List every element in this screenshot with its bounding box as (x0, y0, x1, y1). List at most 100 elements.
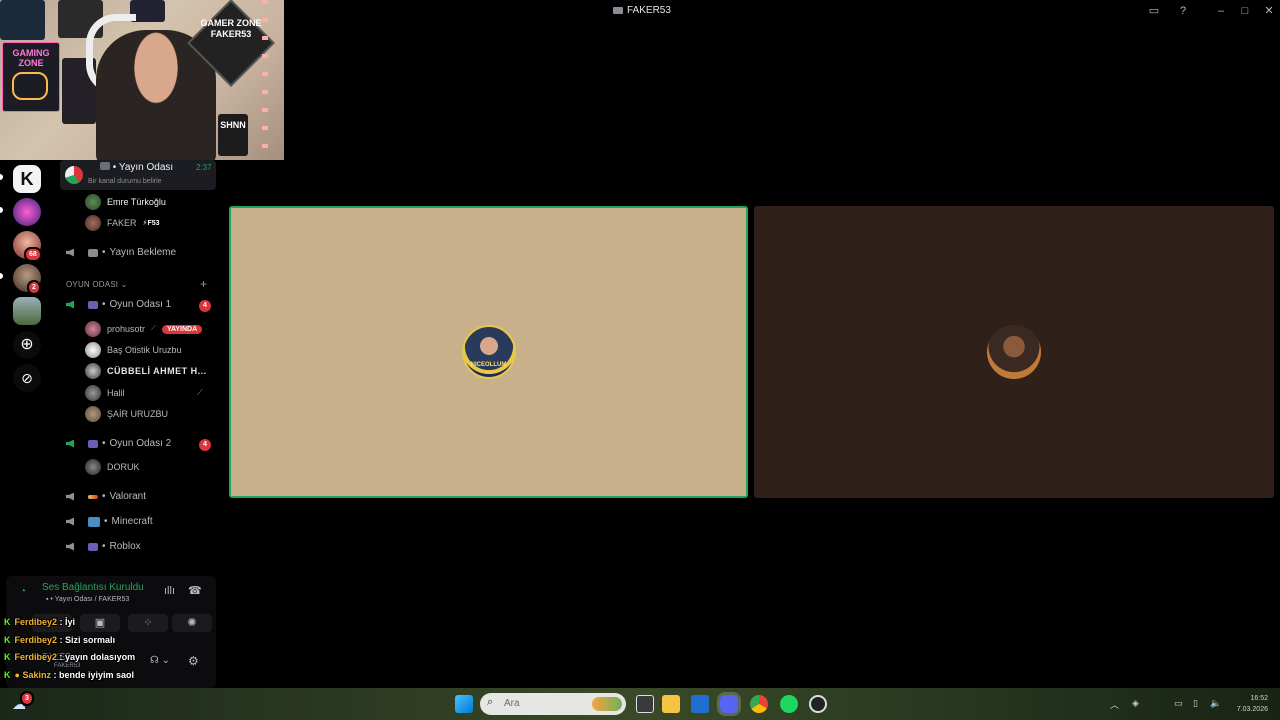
user-avatar (85, 406, 101, 422)
taskbar-search[interactable]: ⌕ Ara (480, 693, 626, 715)
voice-user[interactable]: prohusotr ⟋ YAYINDA (85, 321, 203, 337)
channel-yayin-bekleme[interactable]: • Yayın Bekleme (66, 247, 176, 258)
inbox-icon[interactable]: ▭ (1146, 3, 1162, 19)
maximize-button[interactable]: □ (1237, 3, 1253, 19)
minimize-button[interactable]: – (1213, 3, 1229, 19)
voice-location[interactable]: ▪ • Yayın Odası / FAKER53 (46, 596, 129, 603)
channel-status-hint[interactable]: Bir kanal durumu belirle (88, 178, 162, 185)
kick-icon: K (4, 634, 11, 645)
voice-user[interactable]: DORUK (85, 459, 140, 475)
speaker-icon (66, 542, 74, 551)
tray-app-icon[interactable]: ◈ (1132, 698, 1139, 709)
spotify-icon[interactable] (780, 695, 798, 713)
user-avatar (85, 459, 101, 475)
webcam-overlay: GAMING ZONE GAMER ZONE FAKER53 SHNN (0, 0, 284, 160)
voice-user[interactable]: FAKER ⚡F53 (85, 215, 160, 231)
taskbar: ☁ 3 ⌕ Ara ︿ ◈ ▭ ▯ 🔈 16:52 7.03.2026 (0, 688, 1280, 720)
gaming-zone-text: GAMING ZONE (12, 48, 50, 68)
picture-icon (88, 516, 100, 527)
video-tile-speaking[interactable]: NICEOLLUM (229, 206, 748, 498)
unread-pill (0, 207, 3, 213)
server-icon[interactable] (13, 198, 41, 226)
chat-message: K Ferdibey2 : İyi (4, 617, 76, 627)
tray-chevron-icon[interactable]: ︿ (1110, 698, 1119, 711)
user-tag: ⚡F53 (142, 220, 160, 227)
server-icon[interactable] (13, 297, 41, 325)
video-tile[interactable] (754, 206, 1274, 498)
voice-user[interactable]: CÜBBELİ AHMET H... (85, 363, 207, 379)
search-highlight-icon (592, 697, 622, 711)
voice-status[interactable]: Ses Bağlantısı Kuruldu (42, 582, 144, 593)
voice-user[interactable]: Emre Türkoğlu (85, 194, 166, 210)
channel-roblox[interactable]: • Roblox (66, 541, 141, 552)
stream-chat-overlay: K Ferdibey2 : İyi K Ferdibey2 : Sizi sorma… (0, 617, 230, 687)
user-avatar (85, 342, 101, 358)
add-channel-icon[interactable]: + (200, 277, 207, 291)
channel-oyun-odasi-2[interactable]: • Oyun Odası 2 (66, 438, 171, 449)
avatar-text: NICEOLLUM (470, 362, 507, 368)
voice-user[interactable]: ŞAİR URUZBU (85, 406, 168, 422)
channel-list: • Yayın Odası 2:37 Bir kanal durumu beli… (54, 160, 222, 585)
participant-avatar (987, 325, 1041, 379)
fairy-lights (262, 0, 268, 160)
add-server-icon[interactable]: ⊕ (13, 331, 41, 359)
server-avatar (65, 166, 83, 184)
gamepad-icon (12, 72, 48, 100)
unread-pill (0, 273, 3, 279)
speaker-icon (66, 300, 74, 309)
chrome-icon[interactable] (750, 695, 768, 713)
poster-text: SHNN (220, 120, 246, 130)
speaker-icon (66, 517, 74, 526)
live-badge: YAYINDA (161, 324, 203, 334)
channel-count-badge: 4 (199, 300, 211, 312)
voice-user[interactable]: Halil ⟋ (85, 385, 203, 401)
speaker-icon (66, 439, 74, 448)
search-icon: ⌕ (487, 696, 494, 708)
gamepad-icon (88, 300, 98, 309)
wall-poster (0, 0, 45, 40)
user-avatar (85, 385, 101, 401)
channel-count-badge: 4 (199, 439, 211, 451)
neon-sign-text: GAMER ZONE FAKER53 (200, 18, 262, 39)
user-avatar (85, 321, 101, 337)
user-avatar (85, 215, 101, 231)
deafened-icon: ⟋ (197, 388, 203, 397)
server-icon[interactable]: K (13, 165, 41, 193)
gamepad-icon (88, 439, 98, 448)
chat-message: K Ferdibey2 : Sizi sormalı (4, 634, 116, 645)
category-header[interactable]: OYUN ODASI ⌄ (66, 280, 128, 289)
channel-valorant[interactable]: • Valorant (66, 491, 146, 502)
alien-icon (88, 542, 98, 551)
network-icon[interactable]: ▭ (1174, 698, 1183, 709)
battery-icon[interactable]: ▯ (1193, 698, 1198, 709)
participant-avatar: NICEOLLUM (461, 325, 516, 379)
noise-suppression-icon[interactable]: ıllı (164, 585, 175, 597)
store-icon[interactable] (691, 695, 709, 713)
stream-icon (613, 7, 623, 14)
active-channel[interactable]: • Yayın Odası 2:37 Bir kanal durumu beli… (60, 160, 216, 190)
weather-badge: 3 (20, 691, 34, 706)
obs-icon[interactable] (809, 695, 827, 713)
kick-icon: K (4, 617, 11, 627)
task-view-icon[interactable] (636, 695, 654, 713)
close-button[interactable]: ✕ (1261, 3, 1277, 19)
server-badge: 68 (24, 247, 42, 262)
channel-emoji-icon (100, 162, 110, 170)
chat-message: K ● Sakinz : bende iyiyim saol (4, 669, 134, 680)
start-button[interactable] (455, 695, 473, 713)
taskbar-clock[interactable]: 16:52 7.03.2026 (1237, 693, 1268, 715)
channel-minecraft[interactable]: • Minecraft (66, 516, 153, 527)
help-icon[interactable]: ? (1175, 3, 1191, 19)
disconnect-icon[interactable]: ☎ (188, 584, 202, 597)
discover-icon[interactable]: ⊘ (13, 364, 41, 392)
discord-icon[interactable] (720, 695, 738, 713)
window-title: FAKER53 (613, 5, 671, 16)
user-avatar (85, 194, 101, 210)
server-badge: 2 (27, 280, 41, 295)
channel-timer: 2:37 (196, 163, 212, 172)
volume-icon[interactable]: 🔈 (1210, 698, 1221, 709)
voice-user[interactable]: Baş Otistik Uruzbu (85, 342, 182, 358)
file-explorer-icon[interactable] (662, 695, 680, 713)
active-channel-name: • Yayın Odası (100, 162, 173, 173)
channel-oyun-odasi-1[interactable]: • Oyun Odası 1 (66, 299, 171, 310)
